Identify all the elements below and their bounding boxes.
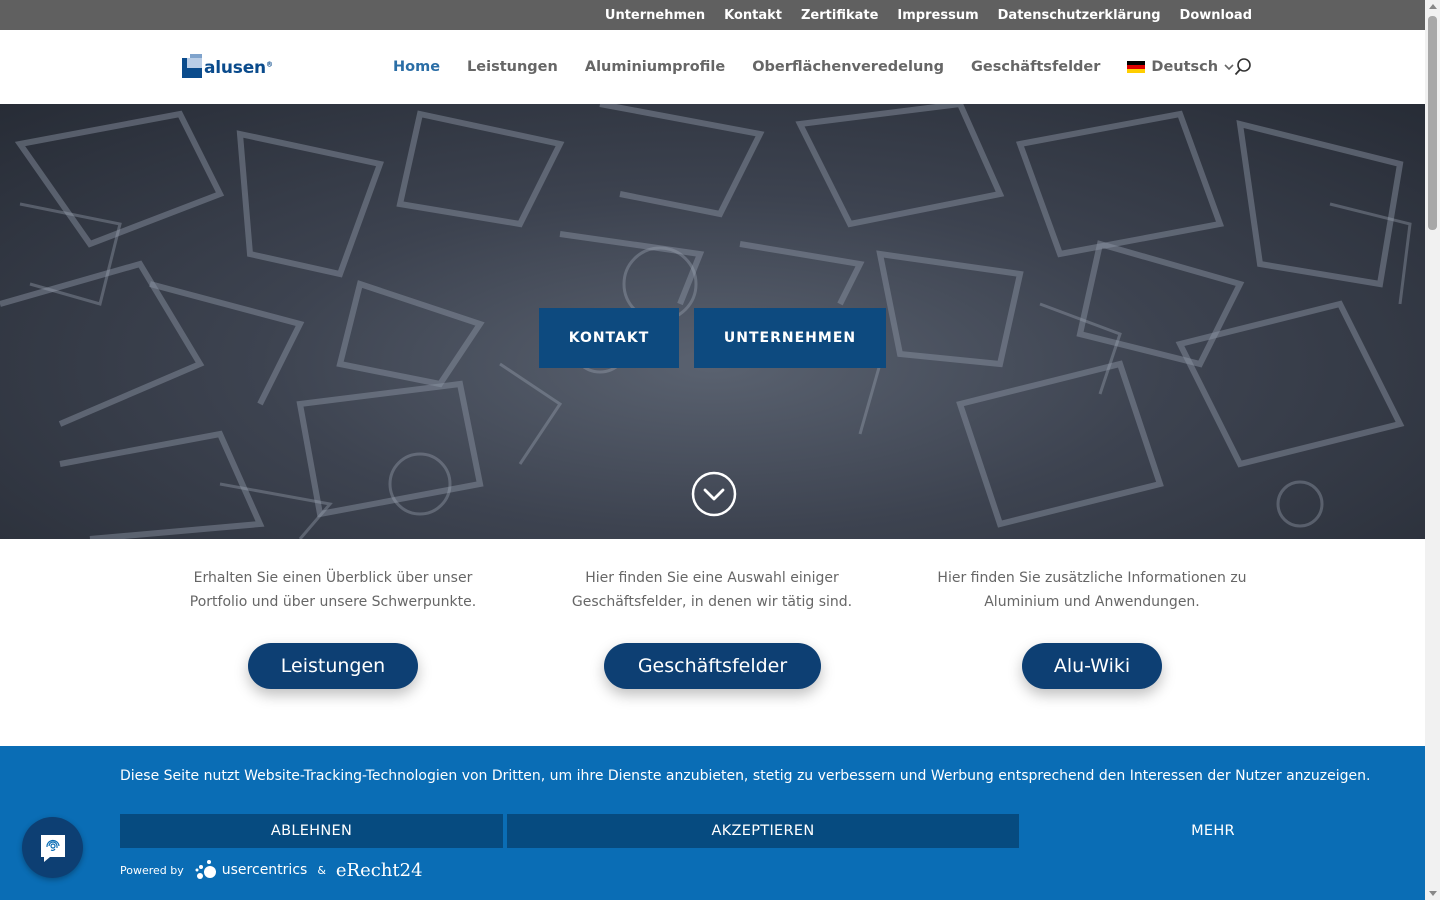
top-link-impressum[interactable]: Impressum: [897, 8, 978, 23]
top-link-kontakt[interactable]: Kontakt: [724, 8, 782, 23]
language-label: Deutsch: [1151, 59, 1219, 75]
ampersand: &: [317, 863, 326, 877]
logo-mark-icon: [182, 54, 202, 78]
feature-column-leistungen: Erhalten Sie einen Überblick über unser …: [168, 566, 498, 614]
hero-section: KONTAKT UNTERNEHMEN: [0, 104, 1425, 539]
usercentrics-label: usercentrics: [221, 862, 308, 878]
feature-column-geschaeftsfelder: Hier finden Sie eine Auswahl einiger Ges…: [547, 566, 877, 614]
erecht24-label: eRecht24: [335, 859, 423, 881]
logo-text: alusen®: [204, 58, 273, 78]
nav-item-leistungen[interactable]: Leistungen: [467, 59, 558, 75]
powered-by-label: Powered by: [120, 863, 184, 877]
powered-by: Powered by usercentrics & eRecht24: [120, 856, 423, 884]
top-link-zertifikate[interactable]: Zertifikate: [801, 8, 878, 23]
search-icon[interactable]: [1234, 58, 1252, 76]
logo[interactable]: alusen®: [182, 52, 294, 80]
feature-text: Erhalten Sie einen Überblick über unser …: [189, 570, 477, 610]
usercentrics-logo[interactable]: usercentrics: [194, 859, 308, 881]
scroll-up-icon[interactable]: [1429, 4, 1437, 9]
main-nav: Home Leistungen Aluminiumprofile Oberflä…: [393, 30, 1234, 104]
erecht24-logo[interactable]: eRecht24: [336, 860, 423, 881]
more-button[interactable]: MEHR: [1023, 814, 1403, 848]
top-link-download[interactable]: Download: [1180, 8, 1252, 23]
main-header: alusen® Home Leistungen Aluminiumprofile…: [0, 30, 1425, 104]
chevron-down-circle-icon[interactable]: [691, 471, 737, 517]
unternehmen-button[interactable]: UNTERNEHMEN: [694, 308, 886, 368]
feature-text: Hier finden Sie eine Auswahl einiger Ges…: [571, 570, 853, 610]
feature-text: Hier finden Sie zusätzliche Informatione…: [937, 570, 1247, 610]
accept-button[interactable]: AKZEPTIEREN: [507, 814, 1019, 848]
decline-button[interactable]: ABLEHNEN: [120, 814, 503, 848]
top-links: Unternehmen Kontakt Zertifikate Impressu…: [605, 0, 1252, 30]
top-link-datenschutz[interactable]: Datenschutzerklärung: [998, 8, 1161, 23]
kontakt-button[interactable]: KONTAKT: [539, 308, 679, 368]
nav-item-home[interactable]: Home: [393, 59, 440, 75]
top-link-unternehmen[interactable]: Unternehmen: [605, 8, 705, 23]
cookie-banner: Diese Seite nutzt Website-Tracking-Techn…: [0, 746, 1425, 900]
scroll-down-icon[interactable]: [1429, 891, 1437, 896]
german-flag-icon: [1127, 61, 1146, 73]
language-selector[interactable]: Deutsch: [1127, 59, 1234, 75]
privacy-settings-button[interactable]: [22, 817, 83, 878]
nav-item-geschaeftsfelder[interactable]: Geschäftsfelder: [971, 59, 1100, 75]
nav-item-oberflaechenveredelung[interactable]: Oberflächenveredelung: [752, 59, 944, 75]
chevron-down-icon: [1224, 63, 1234, 70]
leistungen-button[interactable]: Leistungen: [248, 643, 418, 689]
cookie-text: Diese Seite nutzt Website-Tracking-Techn…: [120, 768, 1371, 784]
feature-column-alu-wiki: Hier finden Sie zusätzliche Informatione…: [927, 566, 1257, 614]
usercentrics-dots-icon: [195, 860, 216, 879]
page-scrollbar[interactable]: [1425, 0, 1440, 900]
scrollbar-thumb[interactable]: [1428, 16, 1437, 230]
alu-wiki-button[interactable]: Alu-Wiki: [1022, 643, 1162, 689]
nav-item-aluminiumprofile[interactable]: Aluminiumprofile: [585, 59, 725, 75]
top-bar: Unternehmen Kontakt Zertifikate Impressu…: [0, 0, 1425, 30]
fingerprint-chat-icon: [40, 834, 65, 862]
geschaeftsfelder-button[interactable]: Geschäftsfelder: [604, 643, 821, 689]
